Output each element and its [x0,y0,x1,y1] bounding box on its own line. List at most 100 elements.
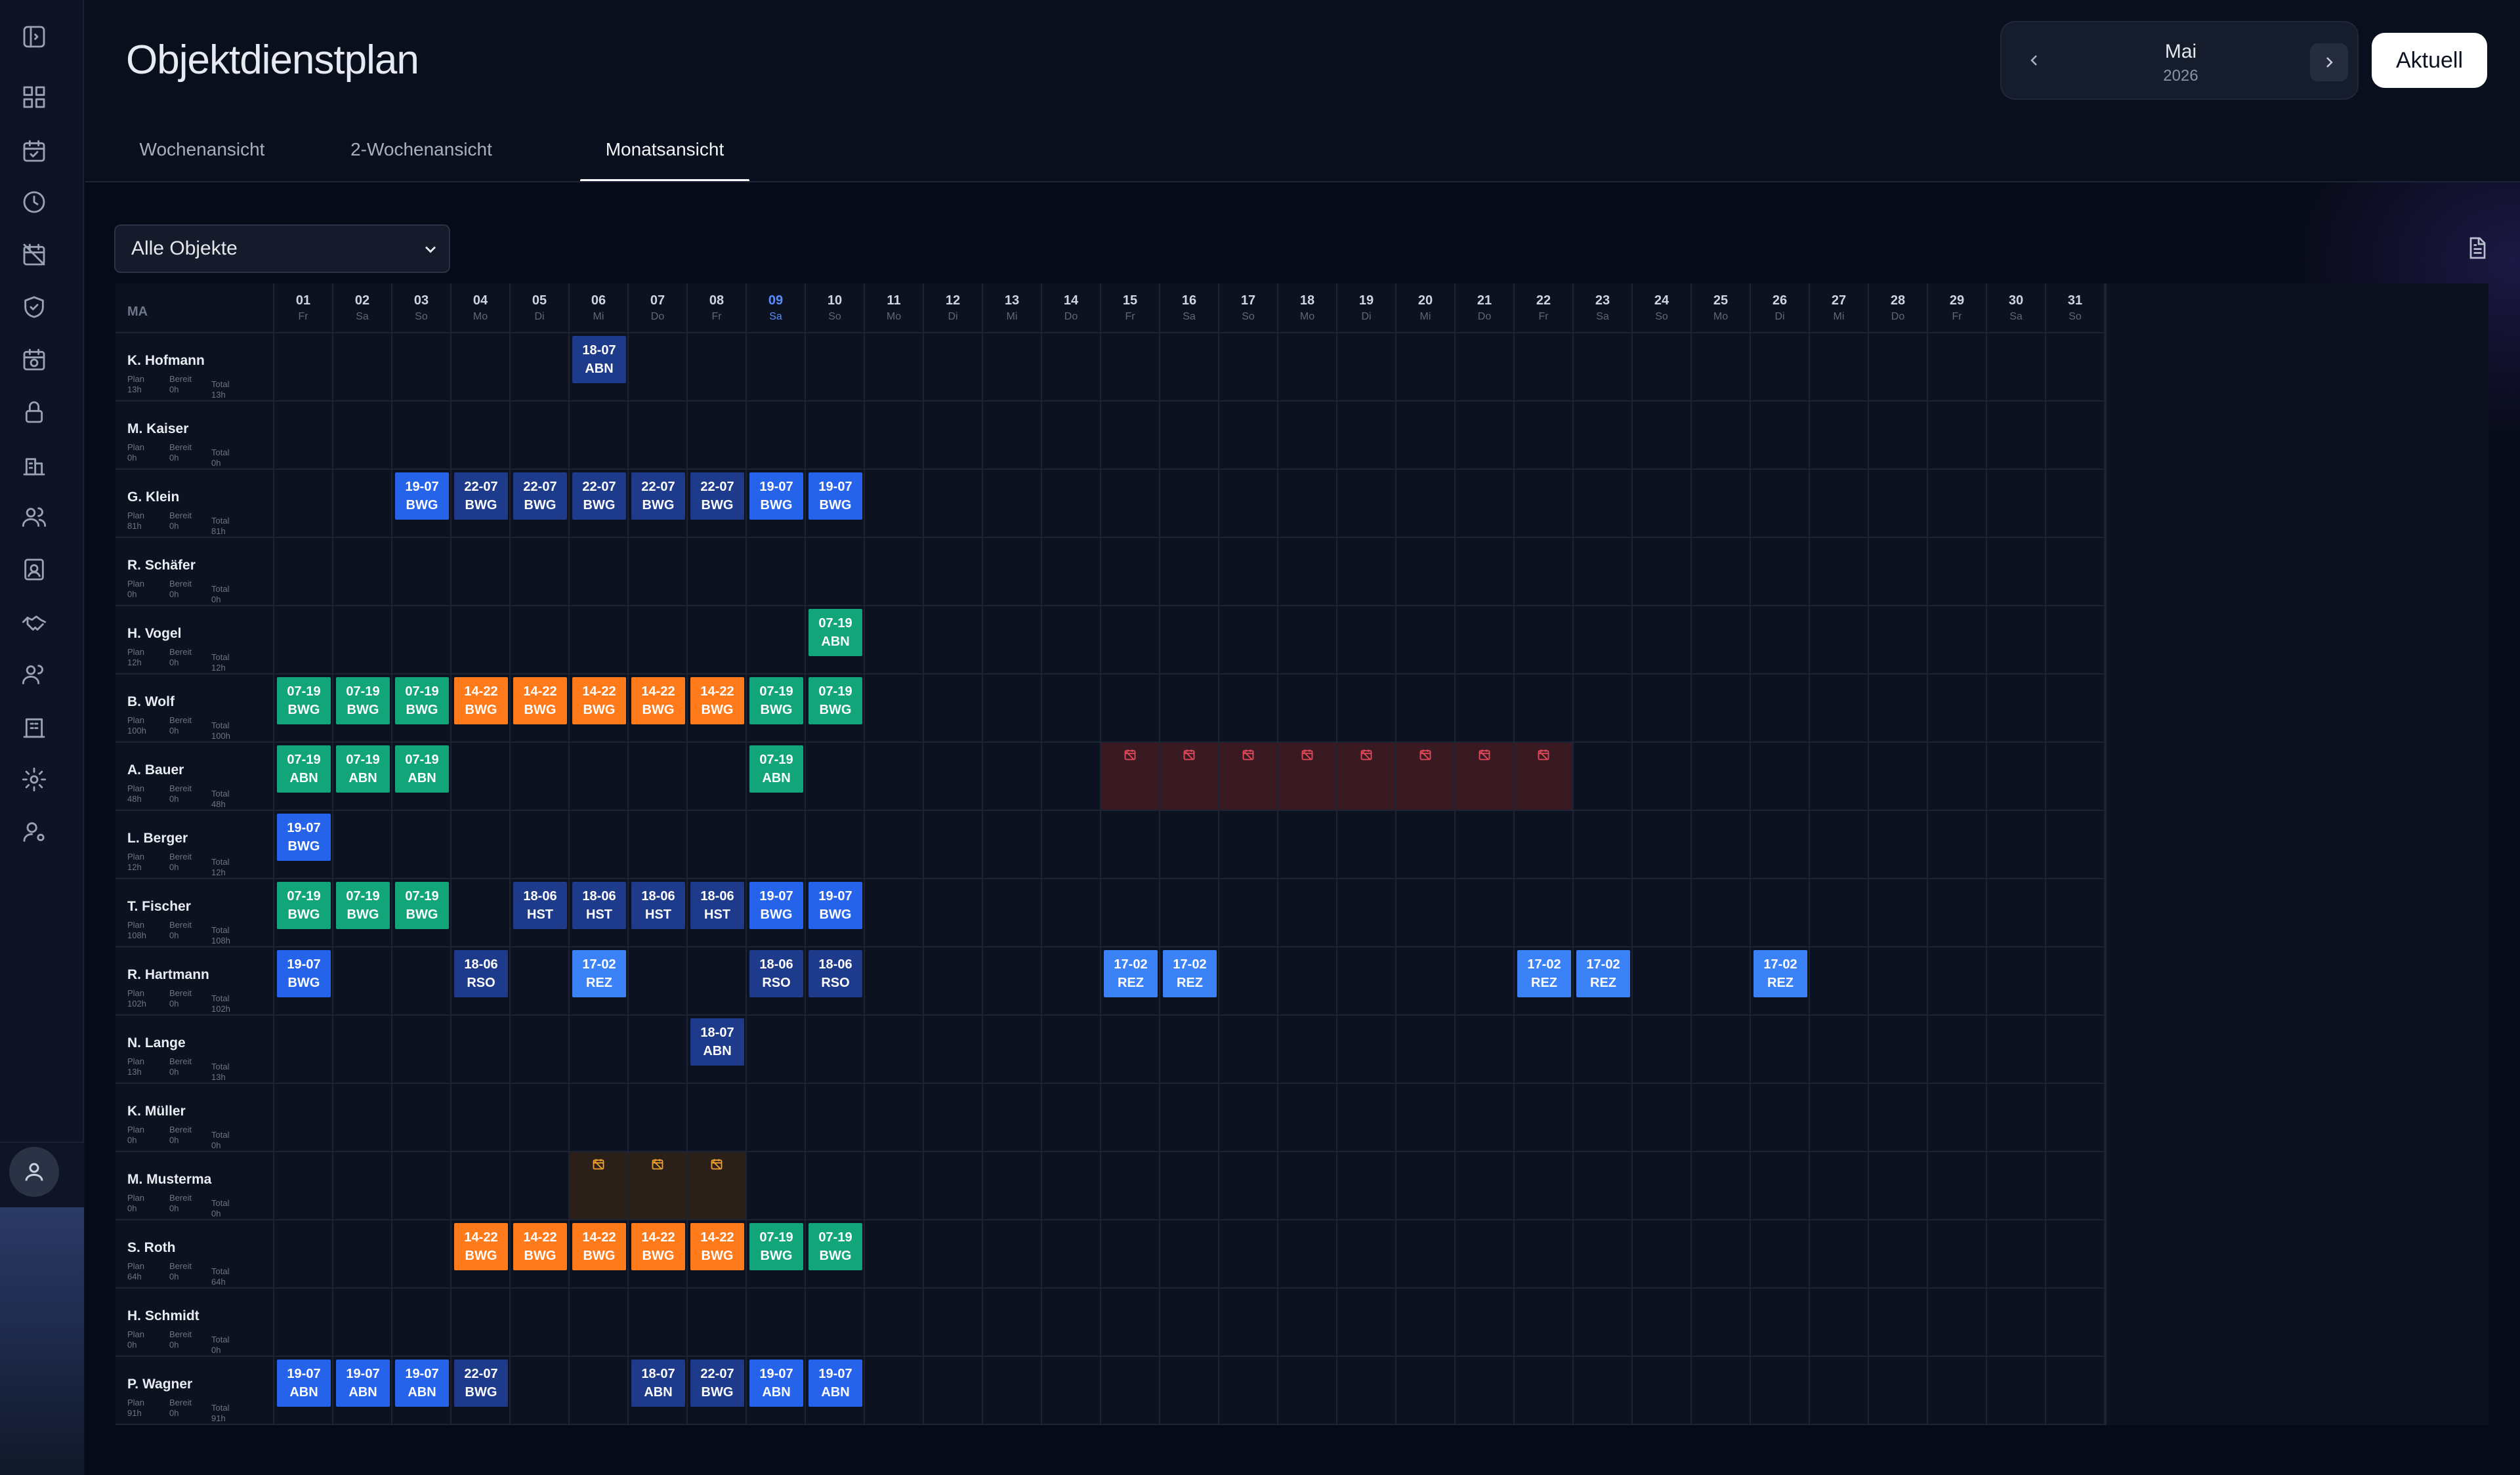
day-cell[interactable] [1987,538,2046,606]
day-cell[interactable] [924,1289,983,1357]
shift-block[interactable]: 18-06 HST [513,882,567,929]
day-cell[interactable] [1219,606,1278,675]
day-cell[interactable] [511,1357,570,1425]
shift-block[interactable]: 07-19 BWG [336,882,390,929]
day-cell[interactable] [452,879,511,947]
day-cell[interactable] [1219,470,1278,538]
day-cell[interactable] [688,811,747,879]
day-cell[interactable] [1278,333,1337,402]
day-cell[interactable] [333,538,392,606]
day-cell[interactable] [333,1084,392,1152]
day-cell[interactable] [511,606,570,675]
sidebar-item-building[interactable] [20,450,49,479]
day-cell[interactable] [1219,675,1278,743]
day-cell[interactable] [1337,470,1396,538]
day-cell[interactable] [629,606,688,675]
day-cell[interactable] [1574,333,1633,402]
employee-cell[interactable]: K. Müller Plan 0h Bereit 0h Total 0h [116,1084,274,1152]
day-cell[interactable] [511,743,570,811]
day-cell[interactable] [629,1016,688,1084]
next-month-button[interactable] [2310,43,2348,81]
day-cell[interactable] [1042,1357,1101,1425]
shift-block[interactable]: 19-07 ABN [277,1360,331,1407]
day-cell[interactable] [2046,538,2105,606]
day-cell[interactable] [1515,538,1574,606]
day-cell[interactable] [1751,1016,1810,1084]
day-cell[interactable] [1515,470,1574,538]
day-cell[interactable] [1396,675,1456,743]
day-cell[interactable] [924,675,983,743]
day-cell[interactable] [1869,402,1928,470]
day-cell[interactable] [1692,606,1751,675]
day-cell[interactable] [1928,606,1987,675]
shift-block[interactable]: 19-07 BWG [749,472,803,520]
day-cell[interactable] [1456,1220,1515,1289]
shift-block[interactable]: 22-07 BWG [454,472,508,520]
shift-block[interactable]: 07-19 BWG [749,677,803,724]
day-cell[interactable] [1396,1152,1456,1220]
day-cell[interactable] [392,947,452,1016]
day-cell[interactable] [2046,606,2105,675]
day-cell[interactable] [1456,1289,1515,1357]
day-cell[interactable] [865,1016,924,1084]
day-cell[interactable] [1042,1152,1101,1220]
day-cell[interactable] [1337,402,1396,470]
day-cell[interactable] [806,402,865,470]
day-cell[interactable] [1692,333,1751,402]
day-cell[interactable] [924,947,983,1016]
day-cell[interactable] [392,538,452,606]
day-cell[interactable] [1692,538,1751,606]
day-cell[interactable] [1751,1220,1810,1289]
day-cell[interactable] [2046,1084,2105,1152]
day-cell[interactable] [1042,1016,1101,1084]
day-cell[interactable] [806,743,865,811]
day-cell[interactable] [924,333,983,402]
day-cell[interactable] [1928,1084,1987,1152]
day-cell[interactable] [1278,470,1337,538]
day-cell[interactable] [629,538,688,606]
day-cell[interactable] [1278,538,1337,606]
day-cell[interactable] [924,1016,983,1084]
shift-block[interactable]: 17-02 REZ [1163,950,1217,997]
day-cell[interactable] [392,606,452,675]
day-cell[interactable] [1101,1357,1160,1425]
day-cell[interactable] [983,811,1042,879]
day-cell[interactable] [1278,879,1337,947]
shift-block[interactable]: 18-06 RSO [454,950,508,997]
day-cell[interactable] [1987,811,2046,879]
day-cell[interactable] [1160,1220,1219,1289]
day-cell[interactable] [1160,675,1219,743]
day-cell[interactable] [1219,402,1278,470]
shift-block[interactable]: 07-19 BWG [749,1223,803,1270]
day-cell[interactable] [1396,1016,1456,1084]
sidebar-item-shield[interactable] [20,293,49,322]
day-cell[interactable] [1869,333,1928,402]
day-cell[interactable] [1337,1357,1396,1425]
day-cell[interactable] [333,811,392,879]
day-cell[interactable] [392,1152,452,1220]
day-cell[interactable] [1987,1357,2046,1425]
day-cell[interactable] [274,1016,333,1084]
employee-cell[interactable]: T. Fischer Plan 108h Bereit 0h Total 108h [116,879,274,947]
unavailable-cell[interactable] [1396,743,1454,810]
shift-block[interactable]: 17-02 REZ [572,950,626,997]
employee-cell[interactable]: N. Lange Plan 13h Bereit 0h Total 13h [116,1016,274,1084]
unavailable-cell[interactable] [1515,743,1572,810]
shift-block[interactable]: 18-06 HST [690,882,744,929]
day-cell[interactable] [1396,879,1456,947]
day-cell[interactable] [1456,606,1515,675]
shift-block[interactable]: 19-07 ABN [395,1360,449,1407]
day-cell[interactable] [1869,538,1928,606]
day-cell[interactable] [1633,1084,1692,1152]
day-cell[interactable] [511,402,570,470]
employee-cell[interactable]: R. Schäfer Plan 0h Bereit 0h Total 0h [116,538,274,606]
day-cell[interactable] [570,606,629,675]
day-cell[interactable] [1278,402,1337,470]
day-cell[interactable] [1101,606,1160,675]
day-cell[interactable] [274,538,333,606]
day-cell[interactable] [333,1016,392,1084]
day-cell[interactable] [1278,1152,1337,1220]
day-cell[interactable] [1692,879,1751,947]
day-cell[interactable] [1987,743,2046,811]
day-cell[interactable] [1692,811,1751,879]
